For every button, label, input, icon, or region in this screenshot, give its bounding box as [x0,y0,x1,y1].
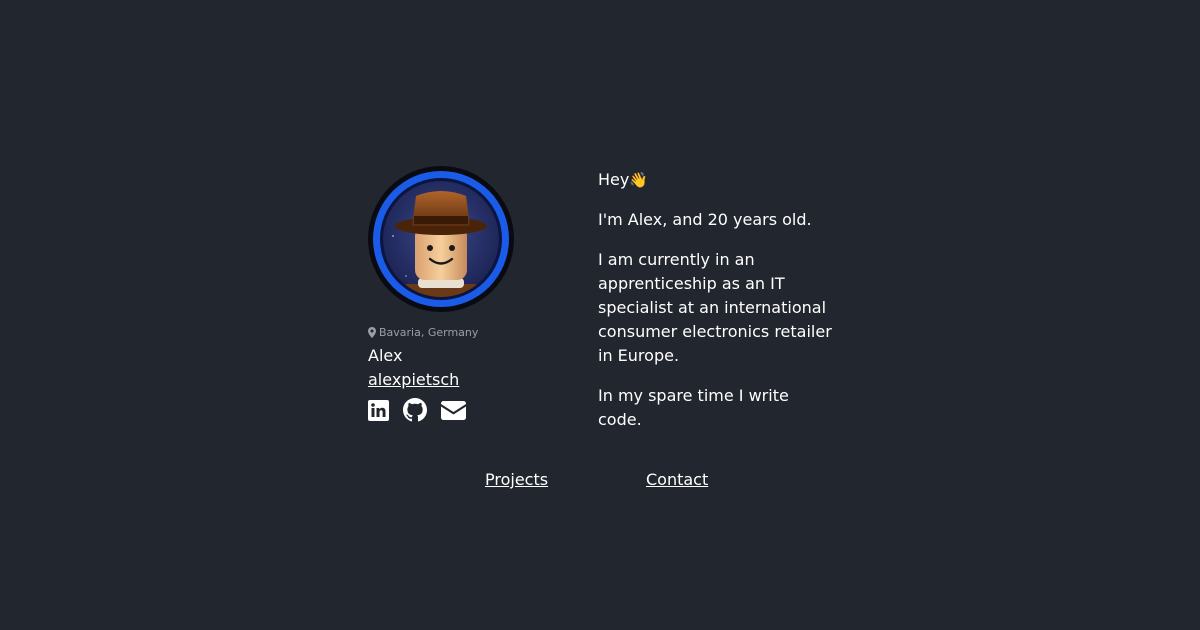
page: Bavaria, Germany Alex alexpietsch Hey👋 I… [0,0,1200,630]
intro-paragraph-hobby: In my spare time I write code. [598,386,789,429]
intro-paragraph-job: I am currently in an apprenticeship as a… [598,250,832,365]
location-text: Bavaria, Germany [379,325,479,339]
greeting: Hey👋 [598,168,832,192]
email-link[interactable] [441,400,466,420]
github-link[interactable] [403,398,427,422]
linkedin-link[interactable] [368,399,389,421]
map-marker-icon [368,326,376,338]
greeting-text: Hey [598,170,630,189]
location: Bavaria, Germany [368,324,568,340]
profile-card: Bavaria, Germany Alex alexpietsch [368,166,568,422]
envelope-icon [441,400,466,420]
intro-text: Hey👋 I'm Alex, and 20 years old. I am cu… [598,168,832,448]
wave-emoji: 👋 [629,171,649,189]
profile-name: Alex [368,346,403,365]
social-links [368,398,568,422]
linkedin-icon [368,399,389,421]
intro-paragraph-age: I'm Alex, and 20 years old. [598,210,812,229]
github-icon [403,398,427,422]
avatar [368,166,514,312]
github-handle-link[interactable]: alexpietsch [368,368,459,392]
contact-link[interactable]: Contact [646,468,708,492]
projects-link[interactable]: Projects [485,468,548,492]
